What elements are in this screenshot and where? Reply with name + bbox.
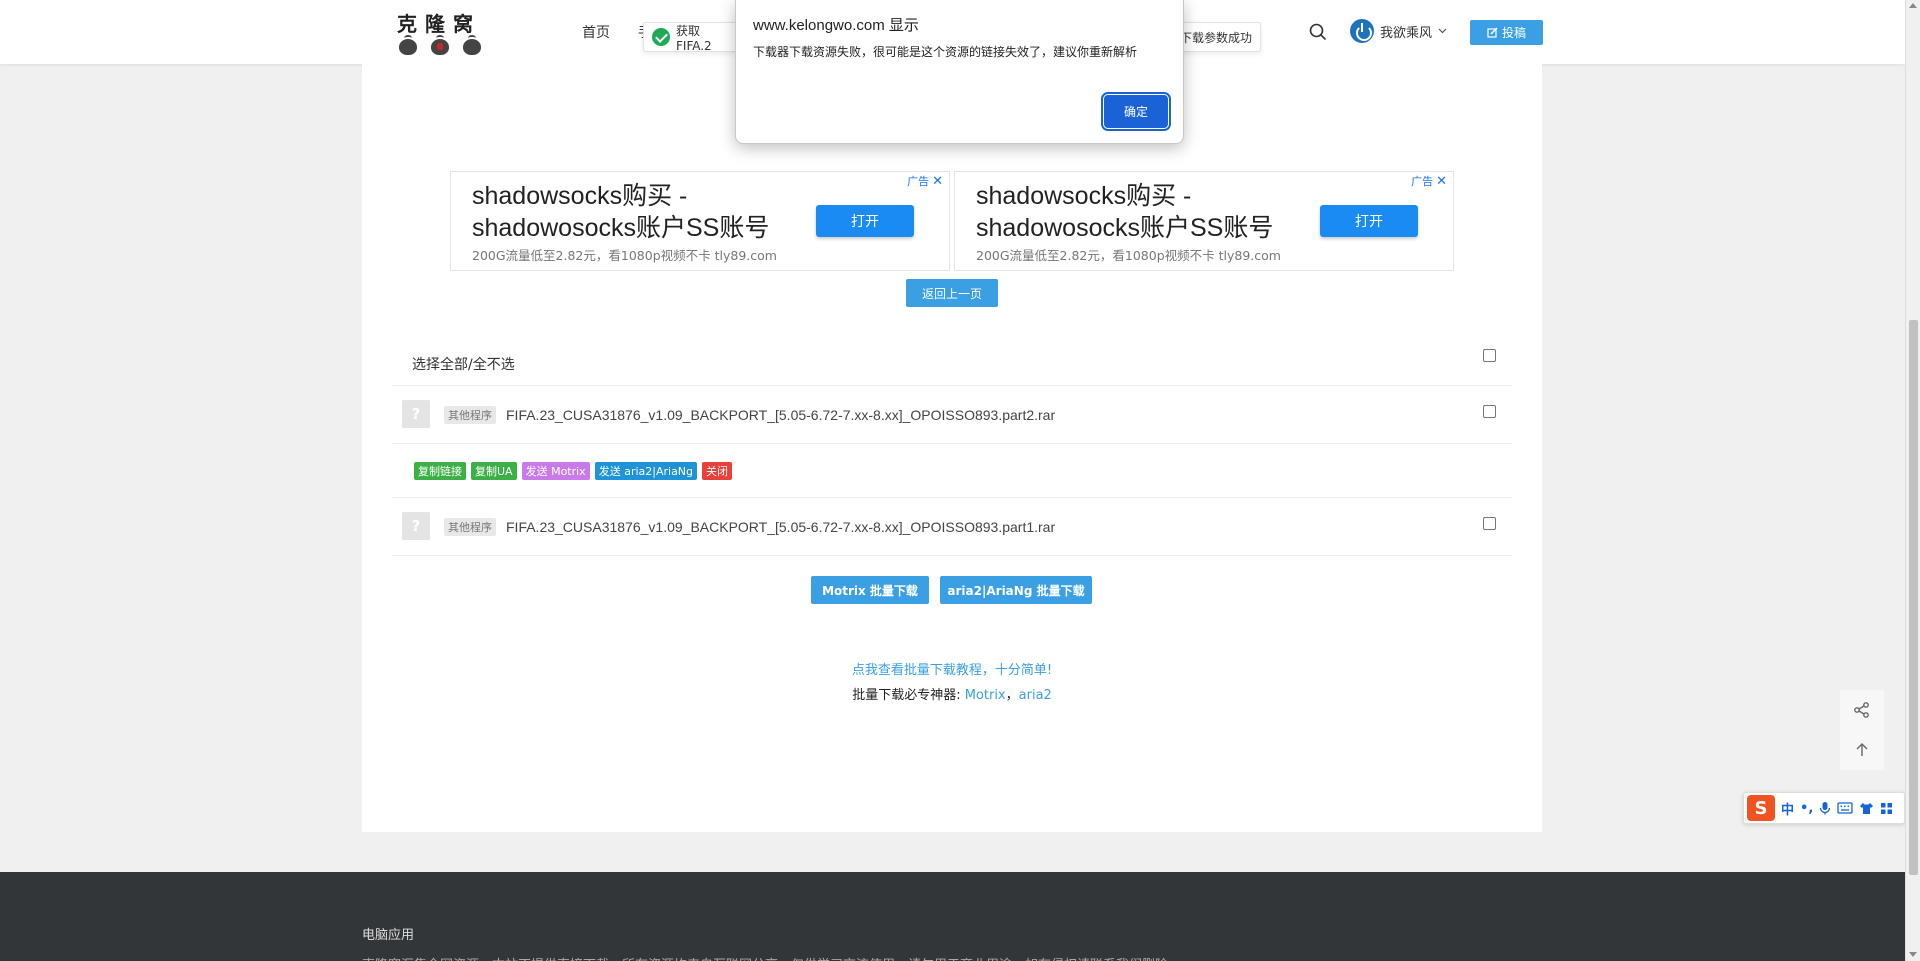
- ad-label[interactable]: 广告 ✕: [1411, 173, 1447, 189]
- file-actions-row: 复制链接 复制UA 发送 Motrix 发送 aria2|AriaNg 关闭: [392, 444, 1512, 498]
- logo-bugs: [397, 35, 481, 55]
- tutorial-text[interactable]: 点我查看批量下载教程，十分简单!: [852, 663, 1052, 678]
- alert-dialog: www.kelongwo.com 显示 下载器下载资源失败，很可能是这个资源的链…: [735, 0, 1184, 144]
- footer-text: 克隆窝汇集全网资源，本站不提供直接下载，所有资源均来自互联网分享，仅供学习交流使…: [362, 954, 1542, 961]
- back-button[interactable]: 返回上一页: [906, 279, 998, 307]
- shirt-icon[interactable]: [1859, 802, 1874, 815]
- select-all-checkbox[interactable]: [1483, 349, 1496, 362]
- site-footer: 电脑应用 克隆窝汇集全网资源，本站不提供直接下载，所有资源均来自互联网分享，仅供…: [0, 872, 1905, 961]
- back-to-top-button[interactable]: [1840, 730, 1884, 770]
- copy-ua-button[interactable]: 复制UA: [471, 462, 517, 480]
- grid-icon[interactable]: [1880, 802, 1893, 815]
- ad-open-button[interactable]: 打开: [1320, 205, 1418, 237]
- power-icon: [1350, 19, 1374, 43]
- user-menu[interactable]: 我欲乘风: [1350, 19, 1447, 43]
- ad-row: shadowsocks购买 - shadowosocks账户SS账号 200G流…: [450, 171, 1455, 271]
- chevron-down-icon: [1438, 28, 1447, 34]
- close-actions-button[interactable]: 关闭: [702, 462, 733, 480]
- ad-open-button[interactable]: 打开: [816, 205, 914, 237]
- sogou-logo-icon[interactable]: S: [1747, 795, 1775, 821]
- ad-tag-text: 广告: [1411, 175, 1434, 188]
- bug-icon: [399, 35, 417, 55]
- post-label: 投稿: [1501, 26, 1526, 40]
- page-scrollbar[interactable]: [1905, 0, 1920, 961]
- select-all-row: 选择全部/全不选: [392, 332, 1512, 386]
- close-icon[interactable]: ✕: [932, 174, 943, 189]
- ad-tag-text: 广告: [907, 175, 930, 188]
- file-list: 选择全部/全不选 ? 其他程序 FIFA.23_CUSA31876_v1.09_…: [392, 332, 1512, 556]
- ime-punctuation-toggle[interactable]: •,: [1800, 801, 1813, 816]
- ime-language-toggle[interactable]: 中: [1781, 799, 1794, 818]
- file-checkbox[interactable]: [1483, 405, 1496, 418]
- user-name: 我欲乘风: [1380, 25, 1433, 41]
- file-row: ? 其他程序 FIFA.23_CUSA31876_v1.09_BACKPORT_…: [392, 498, 1512, 556]
- ad-description: 200G流量低至2.82元，看1080p视频不卡 tly89.com: [472, 248, 777, 263]
- send-motrix-button[interactable]: 发送 Motrix: [521, 462, 590, 480]
- site-logo[interactable]: 克隆窝: [397, 8, 481, 56]
- share-icon: [1854, 702, 1869, 718]
- tools-separator: ，: [1005, 688, 1019, 703]
- scroll-thumb[interactable]: [1909, 320, 1918, 875]
- file-checkbox[interactable]: [1483, 517, 1496, 530]
- search-icon[interactable]: [1309, 23, 1327, 41]
- ad-label[interactable]: 广告 ✕: [907, 173, 943, 189]
- file-category-tag: 其他程序: [444, 518, 496, 536]
- ad-card[interactable]: shadowsocks购买 - shadowosocks账户SS账号 200G流…: [450, 171, 950, 271]
- scroll-down-arrow-icon[interactable]: [1909, 952, 1917, 957]
- ad-title[interactable]: shadowsocks购买 - shadowosocks账户SS账号: [472, 180, 822, 244]
- microphone-icon[interactable]: [1819, 801, 1831, 815]
- ad-title[interactable]: shadowsocks购买 - shadowosocks账户SS账号: [976, 180, 1326, 244]
- copy-link-button[interactable]: 复制链接: [414, 462, 466, 480]
- arrow-up-icon: [1856, 743, 1868, 756]
- dialog-message: 下载器下载资源失败，很可能是这个资源的链接失效了，建议你重新解析: [753, 45, 1138, 59]
- success-toast: 获取FIFA.2: [643, 22, 738, 52]
- select-all-label: 选择全部/全不选: [412, 357, 515, 373]
- dialog-ok-button[interactable]: 确定: [1101, 92, 1171, 131]
- aria2-batch-download-button[interactable]: aria2|AriaNg 批量下载: [940, 576, 1092, 604]
- post-button[interactable]: 投稿: [1470, 20, 1543, 45]
- file-name[interactable]: FIFA.23_CUSA31876_v1.09_BACKPORT_[5.05-6…: [506, 519, 1055, 535]
- ad-card[interactable]: shadowsocks购买 - shadowosocks账户SS账号 200G流…: [954, 171, 1454, 271]
- file-type-icon: ?: [402, 400, 430, 428]
- tutorial-link[interactable]: 点我查看批量下载教程，十分简单!: [362, 659, 1542, 678]
- footer-title: 电脑应用: [362, 928, 415, 943]
- motrix-batch-download-button[interactable]: Motrix 批量下载: [811, 576, 929, 604]
- bug-icon: [463, 35, 481, 55]
- ime-toolbar[interactable]: S 中 •,: [1743, 792, 1905, 824]
- edit-icon: [1487, 27, 1498, 38]
- toast-text: 获取FIFA.2: [676, 23, 712, 52]
- check-circle-icon: [652, 28, 670, 46]
- tools-prefix: 批量下载必专神器:: [852, 688, 965, 703]
- file-actions: 复制链接 复制UA 发送 Motrix 发送 aria2|AriaNg 关闭: [414, 462, 733, 480]
- file-category-tag: 其他程序: [444, 406, 496, 424]
- nav-home[interactable]: 首页: [582, 22, 610, 42]
- close-icon[interactable]: ✕: [1436, 174, 1447, 189]
- file-type-icon: ?: [402, 512, 430, 540]
- ad-description: 200G流量低至2.82元，看1080p视频不卡 tly89.com: [976, 248, 1281, 263]
- floating-toolbar: [1840, 690, 1884, 770]
- file-row: ? 其他程序 FIFA.23_CUSA31876_v1.09_BACKPORT_…: [392, 386, 1512, 444]
- aria2-link[interactable]: aria2: [1019, 688, 1052, 703]
- scroll-up-arrow-icon[interactable]: [1909, 3, 1917, 8]
- bug-icon: [431, 35, 449, 55]
- logo-text: 克隆窝: [397, 12, 481, 36]
- share-button[interactable]: [1840, 690, 1884, 730]
- main-content: shadowsocks购买 - shadowosocks账户SS账号 200G流…: [362, 64, 1542, 832]
- tools-line: 批量下载必专神器: Motrix，aria2: [362, 684, 1542, 703]
- file-name[interactable]: FIFA.23_CUSA31876_v1.09_BACKPORT_[5.05-6…: [506, 407, 1055, 423]
- keyboard-icon[interactable]: [1837, 802, 1853, 814]
- toast-text: 下载参数成功: [1179, 30, 1252, 45]
- dialog-title: www.kelongwo.com 显示: [753, 17, 919, 34]
- motrix-link[interactable]: Motrix: [965, 688, 1006, 703]
- send-aria2-button[interactable]: 发送 aria2|AriaNg: [594, 462, 698, 480]
